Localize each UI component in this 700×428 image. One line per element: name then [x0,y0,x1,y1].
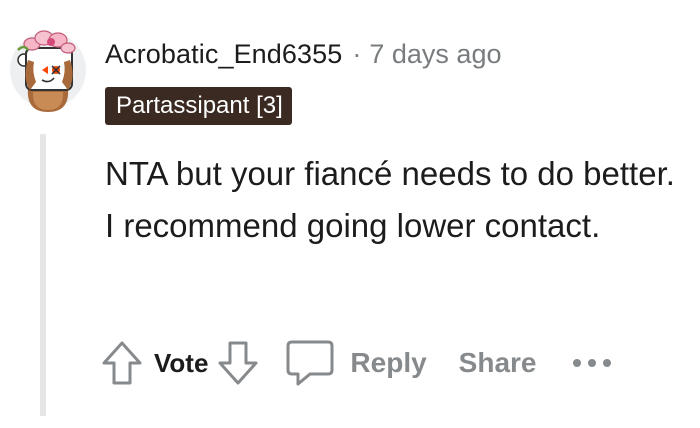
vote-count-label: Vote [154,347,209,378]
share-label: Share [458,347,537,378]
more-options-button[interactable] [571,357,613,369]
speech-bubble-icon [286,340,334,386]
meta-separator: · [352,38,362,69]
ellipsis-icon [572,359,611,367]
author-username[interactable]: Acrobatic_End6355 [105,39,342,70]
reply-label: Reply [350,347,427,378]
comment-meta: Acrobatic_End6355 · 7 days ago [105,34,501,74]
user-flair-badge: Partassipant [3] [105,87,292,125]
comment-body: NTA but your fiancé needs to do better. … [105,155,675,244]
snoo-avatar-icon [10,30,86,112]
user-avatar[interactable] [8,20,88,114]
upvote-arrow-icon [102,341,142,385]
downvote-arrow-icon [218,341,258,385]
upvote-button[interactable] [100,339,144,387]
share-button[interactable]: Share [459,347,537,379]
reply-button[interactable]: Reply [284,338,427,388]
downvote-button[interactable] [216,339,260,387]
comment-action-bar: Vote Reply Share [100,336,613,390]
thread-collapse-line[interactable] [40,134,46,416]
comment-timestamp[interactable]: 7 days ago [369,39,501,70]
